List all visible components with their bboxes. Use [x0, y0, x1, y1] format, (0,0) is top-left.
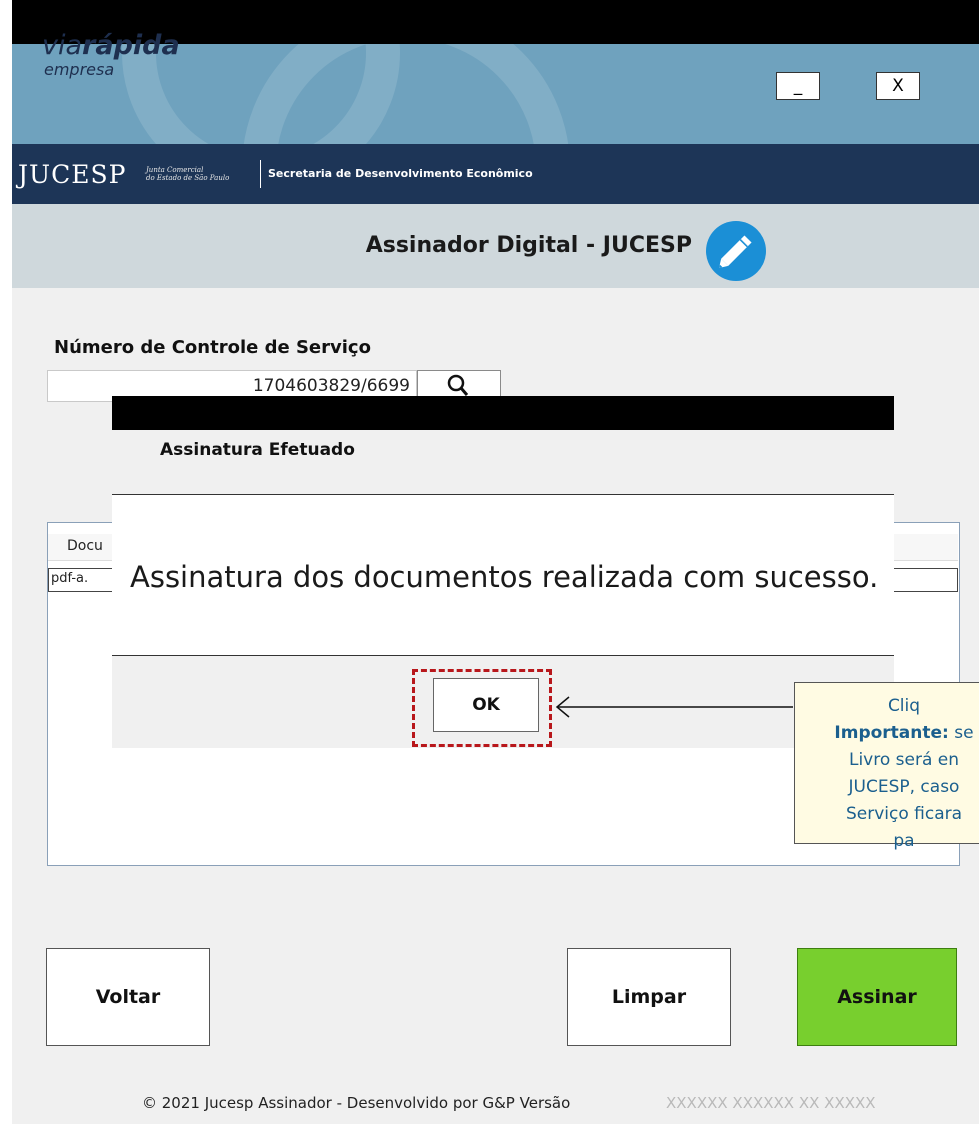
callout-line: JUCESP, caso: [848, 777, 960, 797]
callout-line: pa: [893, 831, 915, 851]
callout-line: Livro será en: [848, 750, 960, 770]
header-divider: [260, 160, 261, 188]
jucesp-logo-subtitle: Junta Comercial do Estado de São Paulo: [146, 166, 230, 182]
dialog-divider: [112, 655, 894, 656]
minimize-button[interactable]: _: [776, 72, 820, 100]
page-title: Assinador Digital - JUCESP: [365, 233, 692, 258]
pencil-icon: [706, 221, 766, 281]
voltar-button[interactable]: Voltar: [46, 948, 210, 1046]
callout-line: Serviço ficara: [845, 804, 963, 824]
jucesp-logo: JUCESP: [18, 160, 127, 189]
document-column-header: Docu: [67, 538, 103, 554]
footer-copyright: © 2021 Jucesp Assinador - Desenvolvido p…: [142, 1094, 571, 1112]
close-button[interactable]: X: [876, 72, 920, 100]
pointer-arrow: [553, 695, 793, 719]
footer-version: XXXXXX XXXXXX XX XXXXX: [666, 1094, 876, 1112]
limpar-button[interactable]: Limpar: [567, 948, 731, 1046]
dialog-message: Assinatura dos documentos realizada com …: [130, 560, 879, 594]
ncs-label: Número de Controle de Serviço: [54, 337, 371, 358]
dialog-titlebar[interactable]: [112, 396, 894, 430]
secretaria-text: Secretaria de Desenvolvimento Econômico: [268, 167, 533, 180]
dialog-title: Assinatura Efetuado: [160, 440, 355, 460]
document-name: pdf-a.: [51, 571, 89, 586]
viarapida-logo: viarápida: [42, 30, 180, 61]
app-window: viarápida empresa _ X JUCESP Junta Comer…: [12, 0, 979, 1124]
ok-button[interactable]: OK: [433, 678, 539, 732]
assinar-button[interactable]: Assinar: [797, 948, 957, 1046]
callout-line: Importante: se: [834, 723, 974, 743]
callout-line: Cliq: [887, 696, 921, 716]
instruction-callout: Cliq Importante: se Livro será en JUCESP…: [794, 682, 979, 851]
viarapida-logo-subtitle: empresa: [44, 60, 115, 79]
